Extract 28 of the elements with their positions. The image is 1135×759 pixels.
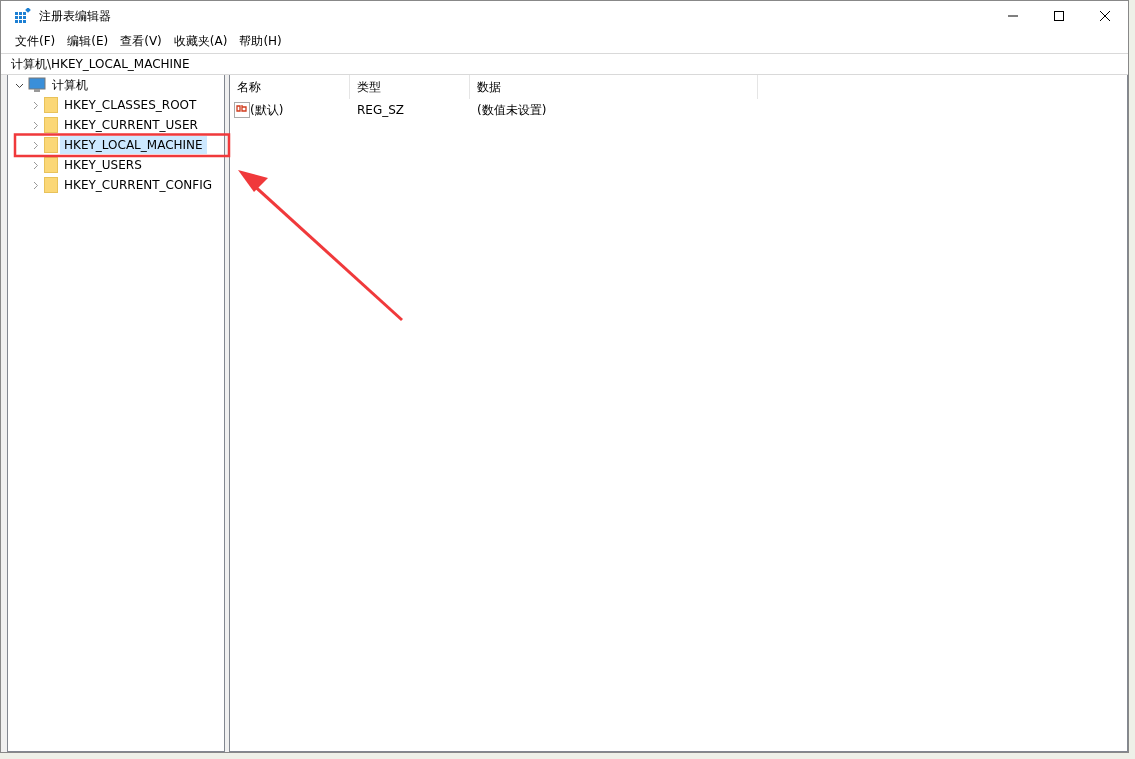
folder-icon <box>44 117 58 133</box>
column-header[interactable]: 数据 <box>470 75 758 99</box>
window-title: 注册表编辑器 <box>39 7 112 25</box>
app-icon <box>15 8 31 24</box>
menu-item[interactable]: 文件(F) <box>9 31 62 51</box>
tree-item[interactable]: HKEY_LOCAL_MACHINE <box>60 136 207 154</box>
close-icon <box>1100 11 1110 21</box>
menu-item[interactable]: 帮助(H) <box>233 31 288 51</box>
folder-icon <box>44 97 58 113</box>
tree-item[interactable]: HKEY_CLASSES_ROOT <box>60 96 201 114</box>
value-data: (数值未设置) <box>476 101 548 119</box>
maximize-icon <box>1054 11 1064 21</box>
string-value-icon <box>234 102 250 118</box>
computer-icon <box>28 77 46 93</box>
menu-item[interactable]: 编辑(E) <box>61 31 115 51</box>
tree-item[interactable]: HKEY_CURRENT_USER <box>60 116 202 134</box>
column-header[interactable]: 名称 <box>230 75 350 99</box>
value-type: REG_SZ <box>356 103 406 117</box>
folder-icon <box>44 157 58 173</box>
menu-item[interactable]: 查看(V) <box>114 31 168 51</box>
value-name: (默认) <box>250 101 284 119</box>
tree-item[interactable]: HKEY_CURRENT_CONFIG <box>60 176 217 194</box>
tree-item[interactable]: 计算机 <box>48 74 92 96</box>
menu-item[interactable]: 收藏夹(A) <box>167 31 234 51</box>
folder-icon <box>44 177 58 193</box>
tree-item[interactable]: HKEY_USERS <box>60 156 146 174</box>
column-header[interactable]: 类型 <box>350 75 470 99</box>
folder-icon <box>44 137 58 153</box>
